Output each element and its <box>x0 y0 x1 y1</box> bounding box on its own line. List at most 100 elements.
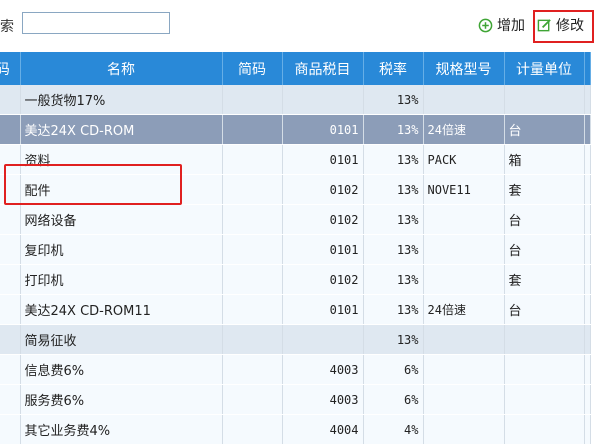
cell-unit: 台 <box>504 294 585 325</box>
search-label: 索 <box>0 19 14 35</box>
cell-name: 网络设备 <box>20 204 223 235</box>
cell-short-code <box>222 144 283 175</box>
cell-extra <box>584 234 591 265</box>
cell-unit: 套 <box>504 174 585 205</box>
cell-tax-item: 4003 <box>282 354 364 385</box>
cell-unit <box>504 414 585 445</box>
table-row[interactable]: 其它业务费4% 4004 4% <box>0 414 591 445</box>
table-row[interactable]: 服务费6% 4003 6% <box>0 384 591 415</box>
cell-tax-item: 0101 <box>282 114 364 145</box>
col-header-spec[interactable]: 规格型号 <box>423 52 505 85</box>
table-header: 码 名称 简码 商品税目 税率 规格型号 计量单位 <box>0 52 591 85</box>
cell-unit <box>504 384 585 415</box>
table-row[interactable]: 简易征收 13% <box>0 324 591 355</box>
toolbar: 索 增加 修改 <box>0 0 598 48</box>
cell-spec: 24倍速 <box>423 114 505 145</box>
cell-code <box>0 234 21 265</box>
cell-spec <box>423 354 505 385</box>
cell-name: 信息费6% <box>20 354 223 385</box>
cell-tax-item: 4004 <box>282 414 364 445</box>
cell-tax-rate: 4% <box>363 414 424 445</box>
cell-spec <box>423 414 505 445</box>
table-row[interactable]: 网络设备 0102 13% 台 <box>0 204 591 235</box>
cell-code <box>0 354 21 385</box>
cell-tax-rate: 13% <box>363 85 424 115</box>
cell-extra <box>584 354 591 385</box>
cell-short-code <box>222 174 283 205</box>
table-row[interactable]: 美达24X CD-ROM11 0101 13% 24倍速 台 <box>0 294 591 325</box>
cell-unit: 台 <box>504 234 585 265</box>
cell-name: 一般货物17% <box>20 85 223 115</box>
col-header-name[interactable]: 名称 <box>20 52 223 85</box>
cell-unit: 箱 <box>504 144 585 175</box>
cell-tax-item <box>282 324 364 355</box>
cell-tax-item: 0101 <box>282 294 364 325</box>
table-row[interactable]: 打印机 0102 13% 套 <box>0 264 591 295</box>
plus-circle-icon <box>478 18 493 32</box>
cell-tax-rate: 13% <box>363 324 424 355</box>
table-row[interactable]: 配件 0102 13% NOVE11 套 <box>0 174 591 205</box>
cell-extra <box>584 85 591 115</box>
cell-unit <box>504 354 585 385</box>
cell-short-code <box>222 264 283 295</box>
col-header-extra <box>584 52 591 85</box>
cell-code <box>0 324 21 355</box>
cell-unit: 台 <box>504 204 585 235</box>
col-header-short-code[interactable]: 简码 <box>222 52 283 85</box>
cell-extra <box>584 384 591 415</box>
goods-table: 码 名称 简码 商品税目 税率 规格型号 计量单位 一般货物17% 13% 美达… <box>0 52 598 447</box>
cell-short-code <box>222 234 283 265</box>
table-row-selected[interactable]: 美达24X CD-ROM 0101 13% 24倍速 台 <box>0 114 591 145</box>
cell-extra <box>584 294 591 325</box>
cell-unit: 台 <box>504 114 585 145</box>
table-row[interactable]: 资料 0101 13% PACK 箱 <box>0 144 591 175</box>
search-input[interactable] <box>22 12 170 34</box>
cell-name: 复印机 <box>20 234 223 265</box>
cell-name: 打印机 <box>20 264 223 295</box>
cell-short-code <box>222 414 283 445</box>
cell-unit <box>504 85 585 115</box>
cell-short-code <box>222 294 283 325</box>
cell-spec <box>423 324 505 355</box>
cell-short-code <box>222 114 283 145</box>
cell-code <box>0 204 21 235</box>
cell-tax-rate: 6% <box>363 384 424 415</box>
cell-spec <box>423 204 505 235</box>
cell-tax-rate: 6% <box>363 354 424 385</box>
edit-button[interactable]: 修改 <box>537 15 584 35</box>
col-header-tax-item[interactable]: 商品税目 <box>282 52 364 85</box>
cell-extra <box>584 204 591 235</box>
cell-tax-rate: 13% <box>363 114 424 145</box>
cell-tax-item <box>282 85 364 115</box>
col-header-unit[interactable]: 计量单位 <box>504 52 585 85</box>
cell-tax-item: 0101 <box>282 234 364 265</box>
cell-code <box>0 294 21 325</box>
col-header-tax-rate[interactable]: 税率 <box>363 52 424 85</box>
cell-name: 服务费6% <box>20 384 223 415</box>
col-header-code[interactable]: 码 <box>0 52 21 85</box>
cell-spec: 24倍速 <box>423 294 505 325</box>
cell-tax-rate: 13% <box>363 264 424 295</box>
cell-extra <box>584 324 591 355</box>
cell-code <box>0 174 21 205</box>
table-row[interactable]: 信息费6% 4003 6% <box>0 354 591 385</box>
add-button[interactable]: 增加 <box>478 15 525 35</box>
cell-code <box>0 264 21 295</box>
cell-code <box>0 114 21 145</box>
table-row[interactable]: 一般货物17% 13% <box>0 85 591 115</box>
cell-tax-item: 0101 <box>282 144 364 175</box>
cell-extra <box>584 174 591 205</box>
edit-button-label: 修改 <box>556 18 584 34</box>
cell-short-code <box>222 324 283 355</box>
table-row[interactable]: 复印机 0101 13% 台 <box>0 234 591 265</box>
cell-tax-rate: 13% <box>363 294 424 325</box>
cell-name: 配件 <box>20 174 223 205</box>
cell-unit: 套 <box>504 264 585 295</box>
cell-short-code <box>222 354 283 385</box>
table-body: 一般货物17% 13% 美达24X CD-ROM 0101 13% 24倍速 台 <box>0 85 591 445</box>
cell-name: 其它业务费4% <box>20 414 223 445</box>
cell-extra <box>584 264 591 295</box>
cell-name: 美达24X CD-ROM11 <box>20 294 223 325</box>
cell-code <box>0 384 21 415</box>
cell-short-code <box>222 85 283 115</box>
